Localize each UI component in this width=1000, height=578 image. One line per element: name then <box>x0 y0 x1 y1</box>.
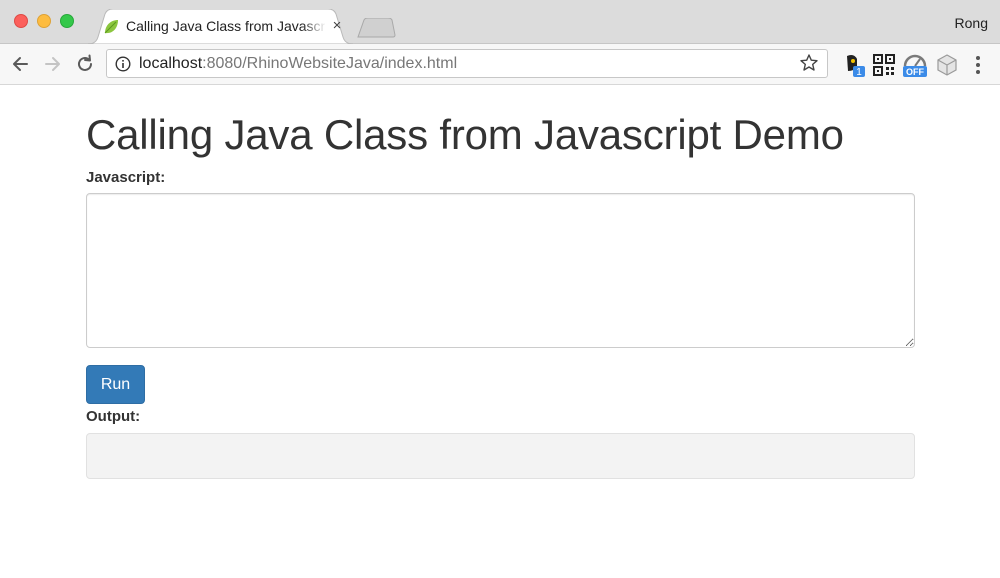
speedometer-badge: OFF <box>906 67 924 77</box>
tab-title: Calling Java Class from Javascript Demo <box>126 18 326 34</box>
output-label: Output: <box>86 408 141 425</box>
back-arrow-icon[interactable] <box>9 53 31 75</box>
qr-code-icon[interactable] <box>872 53 896 77</box>
url-path: :8080/RhinoWebsiteJava/index.html <box>202 55 458 72</box>
javascript-label: Javascript: <box>86 169 166 186</box>
forward-arrow-icon[interactable] <box>42 53 64 75</box>
tab-active[interactable]: Calling Java Class from Javascript Demo … <box>88 9 353 44</box>
extension-badge-count: 1 <box>856 67 862 77</box>
bookmark-star-icon[interactable] <box>799 53 819 73</box>
url-host: localhost <box>139 55 203 72</box>
spring-leaf-icon <box>104 20 118 34</box>
page-title: Calling Java Class from Javascript Demo <box>86 111 844 158</box>
browser-titlebar: Calling Java Class from Javascript Demo … <box>0 0 1000 44</box>
url-text[interactable]: localhost:8080/RhinoWebsiteJava/index.ht… <box>139 55 457 73</box>
extension-badge-icon[interactable]: 1 <box>842 53 866 77</box>
menu-kebab-icon[interactable] <box>968 53 988 77</box>
run-button[interactable]: Run <box>86 365 145 404</box>
window-minimize-button[interactable] <box>37 14 51 28</box>
new-tab-button[interactable] <box>356 18 396 38</box>
output-box <box>86 433 915 479</box>
address-bar[interactable]: localhost:8080/RhinoWebsiteJava/index.ht… <box>106 49 828 78</box>
reload-icon[interactable] <box>74 53 96 75</box>
info-icon[interactable] <box>115 56 131 72</box>
javascript-input[interactable] <box>86 193 915 348</box>
tab-close-icon[interactable]: × <box>329 17 345 35</box>
profile-name[interactable]: Rong <box>955 15 988 31</box>
window-maximize-button[interactable] <box>60 14 74 28</box>
window-close-button[interactable] <box>14 14 28 28</box>
speedometer-off-icon[interactable]: OFF <box>902 53 928 77</box>
cube-extension-icon[interactable] <box>935 53 959 77</box>
browser-toolbar: localhost:8080/RhinoWebsiteJava/index.ht… <box>0 44 1000 85</box>
